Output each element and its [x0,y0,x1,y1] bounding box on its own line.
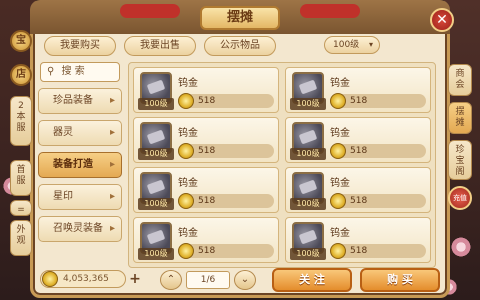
price-bar: 518 [178,193,274,209]
item-grid: 100级 钨金 518 100级 钨金 518 100级 钨金 518 100级… [128,62,436,268]
item-card[interactable]: 100级 钨金 518 [285,67,431,113]
rail-tab-stall[interactable]: 摆 摊 [448,102,472,134]
chevron-right-icon: ▸ [109,223,115,234]
price-bar: 518 [330,243,426,259]
category-item-active[interactable]: 装备打造 ▸ [38,152,122,178]
item-price: 518 [198,196,216,206]
item-price: 518 [350,246,368,256]
rail-tab-server[interactable]: 2 本 服 [10,96,32,146]
coin-icon [330,143,346,159]
search-icon: ⚲ [47,66,55,77]
follow-button[interactable]: 关 注 [272,268,352,292]
category-label: 召唤灵装备 [53,223,103,234]
next-page-button[interactable]: ⌄ [234,270,256,290]
rail-tab-appearance[interactable]: 外 观 [10,220,32,256]
recharge-button[interactable]: 充值 [448,186,472,210]
category-label: 装备打造 [53,159,93,170]
item-name: 钨金 [178,78,198,89]
chevron-right-icon: ▸ [109,95,115,106]
item-price: 518 [350,196,368,206]
chevron-right-icon: ▸ [109,191,115,202]
item-name: 钨金 [330,128,350,139]
item-card[interactable]: 100级 钨金 518 [133,167,279,213]
category-label: 星印 [53,191,73,202]
coin-icon [178,93,194,109]
item-name: 钨金 [330,228,350,239]
currency-display: 4,053,365 [40,270,126,288]
chevron-down-icon: ▾ [368,40,373,49]
category-item[interactable]: 珍品装备 ▸ [38,88,122,114]
rail-badge-top[interactable]: 宝 [10,30,32,52]
search-label: 搜 索 [61,66,85,77]
item-level: 100级 [138,148,174,160]
coin-icon [330,243,346,259]
add-currency-button[interactable]: + [126,270,144,288]
chevron-right-icon: ▸ [109,159,115,170]
category-label: 器灵 [53,127,73,138]
ribbon-decoration-right [300,4,360,18]
currency-amount: 4,053,365 [63,274,109,284]
rail-badge-shop[interactable]: 店 [10,64,32,86]
blossom-decoration [450,236,472,258]
close-button[interactable]: ✕ [430,8,454,32]
tab-buy[interactable]: 我要购买 [44,36,116,56]
item-level: 100级 [138,198,174,210]
item-name: 钨金 [330,78,350,89]
search-button[interactable]: ⚲ 搜 索 [40,62,120,82]
category-item[interactable]: 星印 ▸ [38,184,122,210]
item-level: 100级 [290,198,326,210]
item-name: 钨金 [178,228,198,239]
item-card[interactable]: 100级 钨金 518 [285,167,431,213]
item-card[interactable]: 100级 钨金 518 [133,217,279,263]
page-indicator: 1/6 [186,271,230,289]
item-name: 钨金 [178,178,198,189]
item-card[interactable]: 100级 钨金 518 [285,217,431,263]
coin-icon [42,271,58,287]
coin-icon [330,193,346,209]
coin-icon [330,93,346,109]
category-label: 珍品装备 [53,95,93,106]
rail-tab-chamber[interactable]: 商 会 [448,64,472,96]
chevron-right-icon: ▸ [109,127,115,138]
item-level: 100级 [290,98,326,110]
rail-tab-treasure[interactable]: 珍 宝 阁 [448,140,472,180]
coin-icon [178,143,194,159]
category-item[interactable]: 召唤灵装备 ▸ [38,216,122,242]
price-bar: 518 [178,93,274,109]
item-card[interactable]: 100级 钨金 518 [285,117,431,163]
item-card[interactable]: 100级 钨金 518 [133,67,279,113]
price-bar: 518 [330,93,426,109]
bottom-bar: 4,053,365 + ⌃ 1/6 ⌄ 关 注 购 买 [36,268,446,292]
item-price: 518 [350,146,368,156]
window-title: 摆摊 [200,6,280,30]
tab-sell[interactable]: 我要出售 [124,36,196,56]
item-card[interactable]: 100级 钨金 518 [133,117,279,163]
item-level: 100级 [138,98,174,110]
item-price: 518 [198,246,216,256]
tab-public-items[interactable]: 公示物品 [204,36,276,56]
buy-button[interactable]: 购 买 [360,268,440,292]
ribbon-decoration-left [120,4,180,18]
coin-icon [178,193,194,209]
level-filter-value: 100级 [333,40,360,50]
item-level: 100级 [290,248,326,260]
price-bar: 518 [178,243,274,259]
category-item[interactable]: 器灵 ▸ [38,120,122,146]
price-bar: 518 [330,143,426,159]
item-price: 518 [198,146,216,156]
item-price: 518 [198,96,216,106]
level-filter-select[interactable]: 100级 ▾ [324,36,380,54]
item-name: 钨金 [330,178,350,189]
item-name: 钨金 [178,128,198,139]
price-bar: 518 [330,193,426,209]
prev-page-button[interactable]: ⌃ [160,270,182,290]
price-bar: 518 [178,143,274,159]
coin-icon [178,243,194,259]
rail-tab-first-server[interactable]: 首 服 [10,160,32,196]
item-price: 518 [350,96,368,106]
item-level: 100级 [138,248,174,260]
item-level: 100级 [290,148,326,160]
rail-tab-divider: = [10,200,32,216]
